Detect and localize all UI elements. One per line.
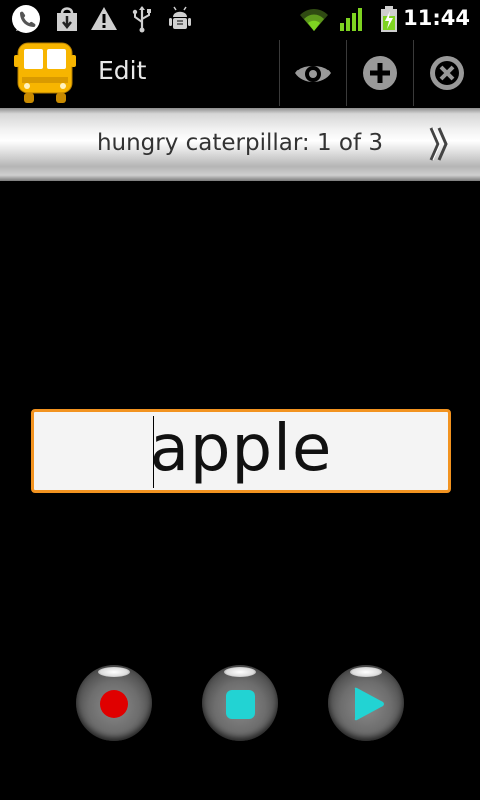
story-progress-label: hungry caterpillar: 1 of 3 (96, 130, 384, 156)
word-card[interactable]: apple (31, 409, 451, 493)
word-text: apple (149, 412, 333, 486)
view-button[interactable] (280, 38, 346, 108)
wifi-icon (300, 9, 328, 31)
record-icon (100, 690, 128, 718)
plus-circle-icon (363, 56, 397, 90)
close-button[interactable] (414, 38, 480, 108)
stop-button[interactable] (202, 665, 278, 741)
phone-chat-icon (12, 5, 40, 33)
signal-icon (340, 8, 362, 31)
fast-forward-icon[interactable] (428, 124, 450, 164)
bus-icon[interactable] (14, 41, 76, 105)
download-icon (57, 7, 77, 31)
record-button[interactable] (76, 665, 152, 741)
usb-icon (132, 6, 151, 33)
action-title: Edit (98, 56, 147, 85)
status-bar: 11:44 (0, 0, 480, 38)
title-banner: hungry caterpillar: 1 of 3 (0, 108, 480, 181)
android-debug-icon (169, 6, 191, 29)
eye-icon (295, 63, 331, 82)
screen: 11:44 Edit hungry caterpillar: 1 of 3 ap… (0, 0, 480, 800)
clock: 11:44 (403, 6, 470, 30)
play-button[interactable] (328, 665, 404, 741)
battery-charging-icon (381, 6, 397, 32)
stop-icon (226, 690, 255, 719)
warning-icon (91, 7, 117, 30)
close-circle-icon (430, 56, 464, 90)
add-button[interactable] (347, 38, 413, 108)
play-icon (354, 687, 384, 721)
action-bar: Edit (0, 38, 480, 108)
